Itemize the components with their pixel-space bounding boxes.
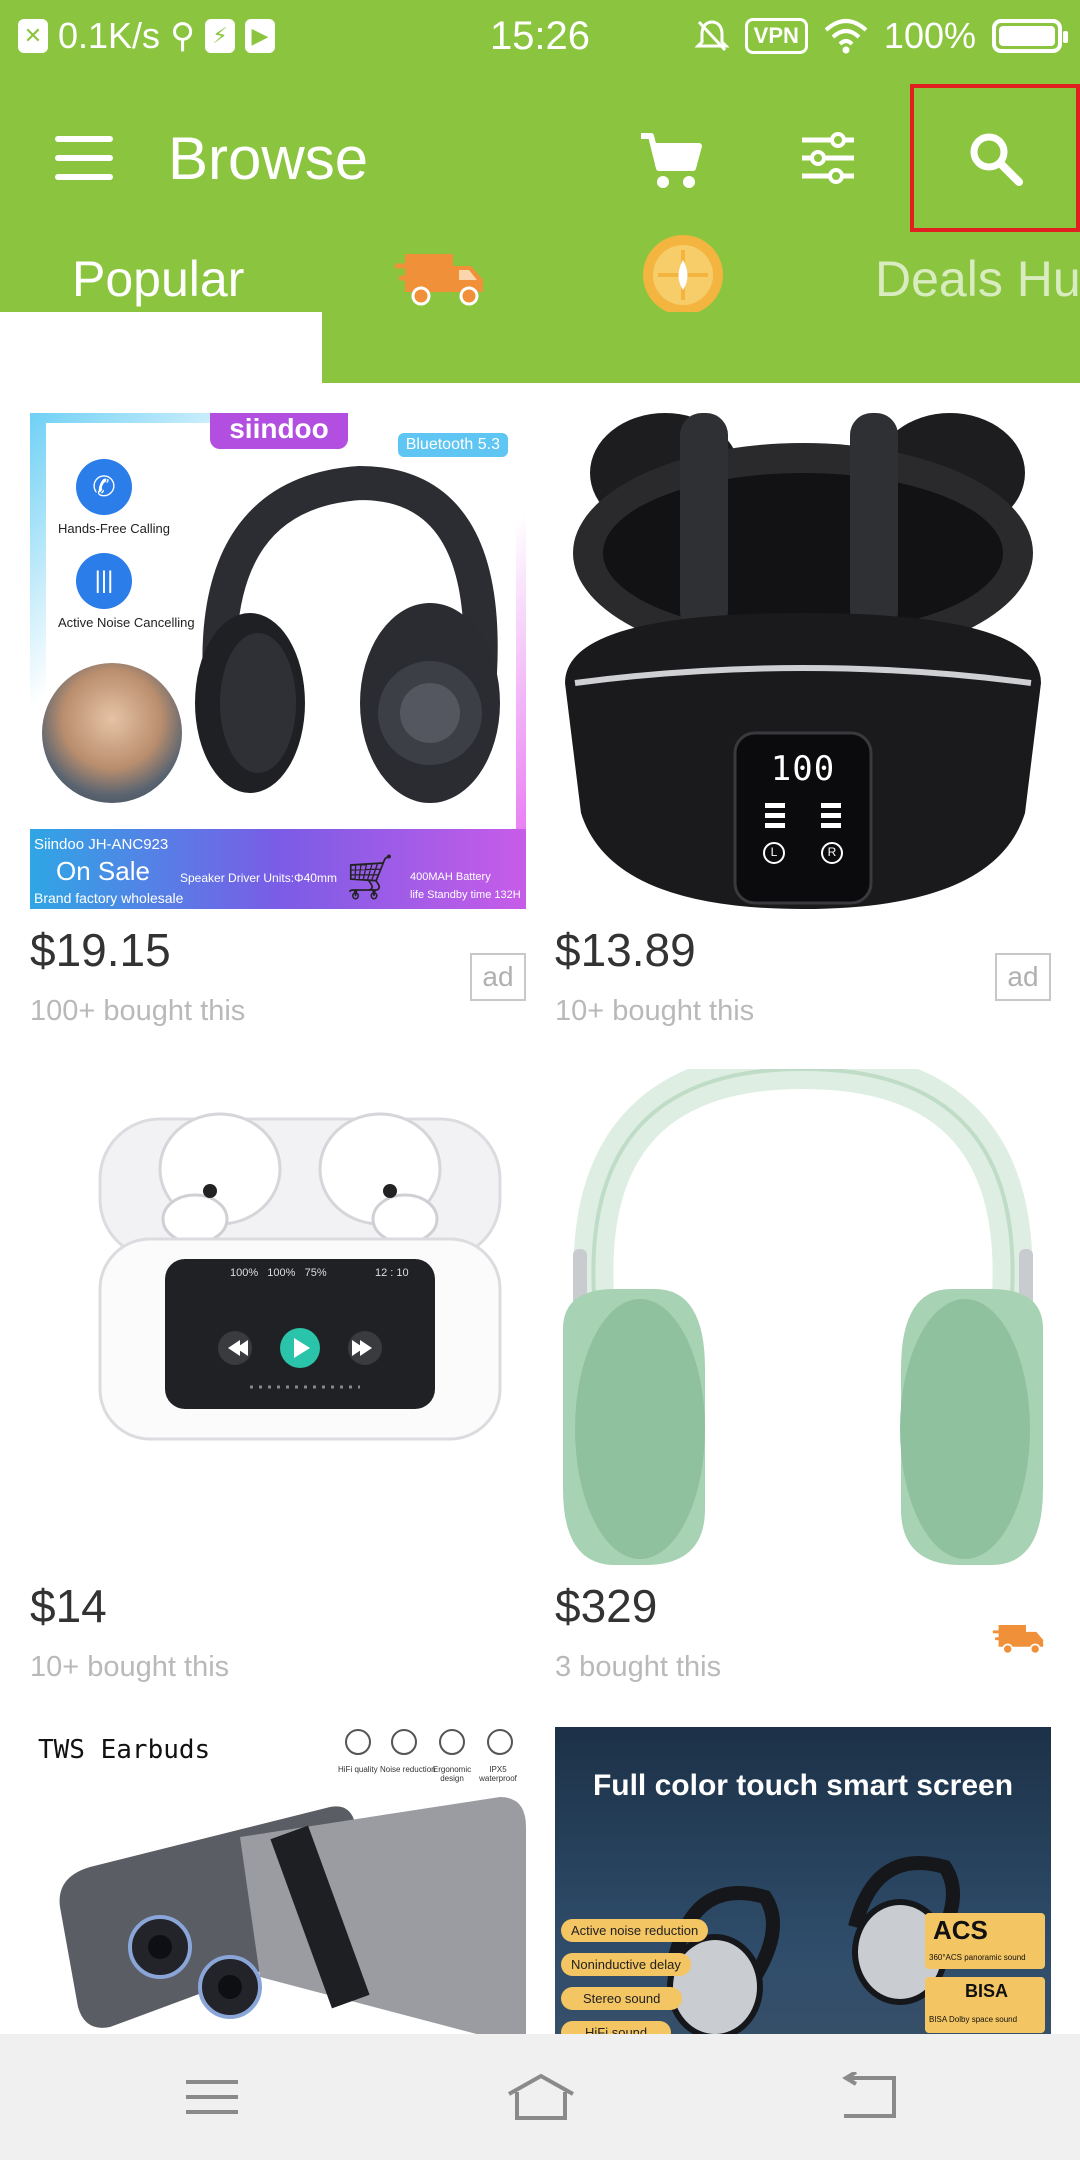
earbuds-case-image <box>565 413 1041 909</box>
filter-icon[interactable] <box>798 128 858 188</box>
mute-bell-icon <box>694 20 729 52</box>
product-price: $329 <box>555 1580 658 1632</box>
acs-sub: 360°ACS panoramic sound <box>929 1953 1026 1962</box>
product-card-3[interactable]: 100% 100% 75% 12 : 10 $14 10+ bought thi… <box>30 1069 526 1683</box>
tab-deals-hub[interactable]: Deals Hub <box>875 250 1080 308</box>
noise-icon: ||| <box>76 553 132 609</box>
menu-icon[interactable] <box>55 136 113 180</box>
ad-badge: ad <box>995 953 1051 1001</box>
product-card-4[interactable]: $329 3 bought this <box>555 1069 1051 1683</box>
led-display: 100 <box>770 749 836 789</box>
wifi-icon <box>824 19 868 54</box>
product-price: $13.89 <box>555 924 696 976</box>
coin-icon[interactable] <box>640 232 726 318</box>
screen-status: 100% 100% 75% <box>230 1267 327 1279</box>
screen-clock: 12 : 10 <box>375 1267 409 1279</box>
cart-icon[interactable] <box>635 124 707 196</box>
back-icon[interactable] <box>840 2072 900 2122</box>
bought-count: 100+ bought this <box>30 995 246 1027</box>
search-button[interactable] <box>910 84 1080 232</box>
battery-icon <box>992 19 1068 53</box>
bought-count: 10+ bought this <box>30 1651 230 1683</box>
feature-pill-2: Noninductive delay <box>561 1953 691 1976</box>
battery-percent: 100% <box>883 15 976 56</box>
product-card-2[interactable]: 100 L R $13.89 ad 10+ bought this <box>555 413 1051 1027</box>
cart-graphic-icon: 🛒︎ <box>342 853 398 902</box>
product-price: $14 <box>30 1580 107 1632</box>
feature-pill-3: Stereo sound <box>561 1987 683 2010</box>
page-title: Browse <box>168 125 369 192</box>
white-earbuds-case-image <box>98 1112 502 1441</box>
feature-anc: Active Noise Cancelling <box>58 615 195 630</box>
product-image[interactable]: 100 L R <box>555 413 1051 909</box>
product-image[interactable]: siindoo Bluetooth 5.3 ✆ Hands-Free Calli… <box>30 413 526 909</box>
feature-pill-1: Active noise reduction <box>561 1919 709 1942</box>
status-bar: ✕ 0.1K/s ⚲ ⚡ ▶ 15:26 VPN 100% <box>0 0 1080 72</box>
delivery-truck-icon <box>992 1625 1044 1655</box>
driver-text: Speaker Driver Units:Φ40mm <box>180 871 337 885</box>
ad-badge: ad <box>470 953 526 1001</box>
model-text: Siindoo JH-ANC923 <box>34 836 169 853</box>
recent-apps-icon[interactable] <box>182 2072 242 2122</box>
tab-strip <box>322 312 1080 383</box>
tab-popular[interactable]: Popular <box>72 250 244 308</box>
product-card-1[interactable]: siindoo Bluetooth 5.3 ✆ Hands-Free Calli… <box>30 413 526 1027</box>
standby-text: life Standby time 132H <box>410 889 521 901</box>
wholesale-text: Brand factory wholesale <box>34 890 184 906</box>
system-nav-bar <box>0 2034 1080 2160</box>
delivery-truck-icon[interactable] <box>395 240 490 310</box>
bisa-label: BISA <box>965 1981 1009 2001</box>
battery-text: 400MAH Battery <box>410 871 491 883</box>
brand-label: siindoo <box>210 413 348 449</box>
bisa-sub: BISA Dolby space sound <box>929 2015 1018 2024</box>
home-icon[interactable] <box>505 2072 577 2122</box>
bought-count: 3 bought this <box>555 1651 722 1683</box>
search-icon <box>970 133 1023 186</box>
tab-indicator <box>0 373 322 383</box>
headphones-image <box>195 465 500 803</box>
phone-icon: ✆ <box>76 459 132 515</box>
app-bar: Browse Popular Deals Hu <box>0 72 1080 315</box>
on-sale-text: On Sale <box>56 856 150 886</box>
product-image[interactable]: 100% 100% 75% 12 : 10 <box>30 1069 526 1565</box>
category-tabs: Popular Deals Hub <box>0 232 1080 315</box>
status-right: VPN 100% <box>694 0 1068 72</box>
acs-label: ACS <box>933 1915 988 1945</box>
product-image[interactable] <box>555 1069 1051 1565</box>
green-headphones-image <box>563 1069 1043 1565</box>
product-price: $19.15 <box>30 924 171 976</box>
bought-count: 10+ bought this <box>555 995 755 1027</box>
model-avatar <box>42 663 182 803</box>
bisa-badge: BISA BISA Dolby space sound <box>925 1977 1045 2033</box>
vpn-badge: VPN <box>744 18 808 54</box>
feature-calling: Hands-Free Calling <box>58 521 170 536</box>
right-label: R <box>827 845 837 859</box>
left-label: L <box>770 845 778 859</box>
acs-badge: ACS 360°ACS panoramic sound <box>925 1913 1045 1969</box>
